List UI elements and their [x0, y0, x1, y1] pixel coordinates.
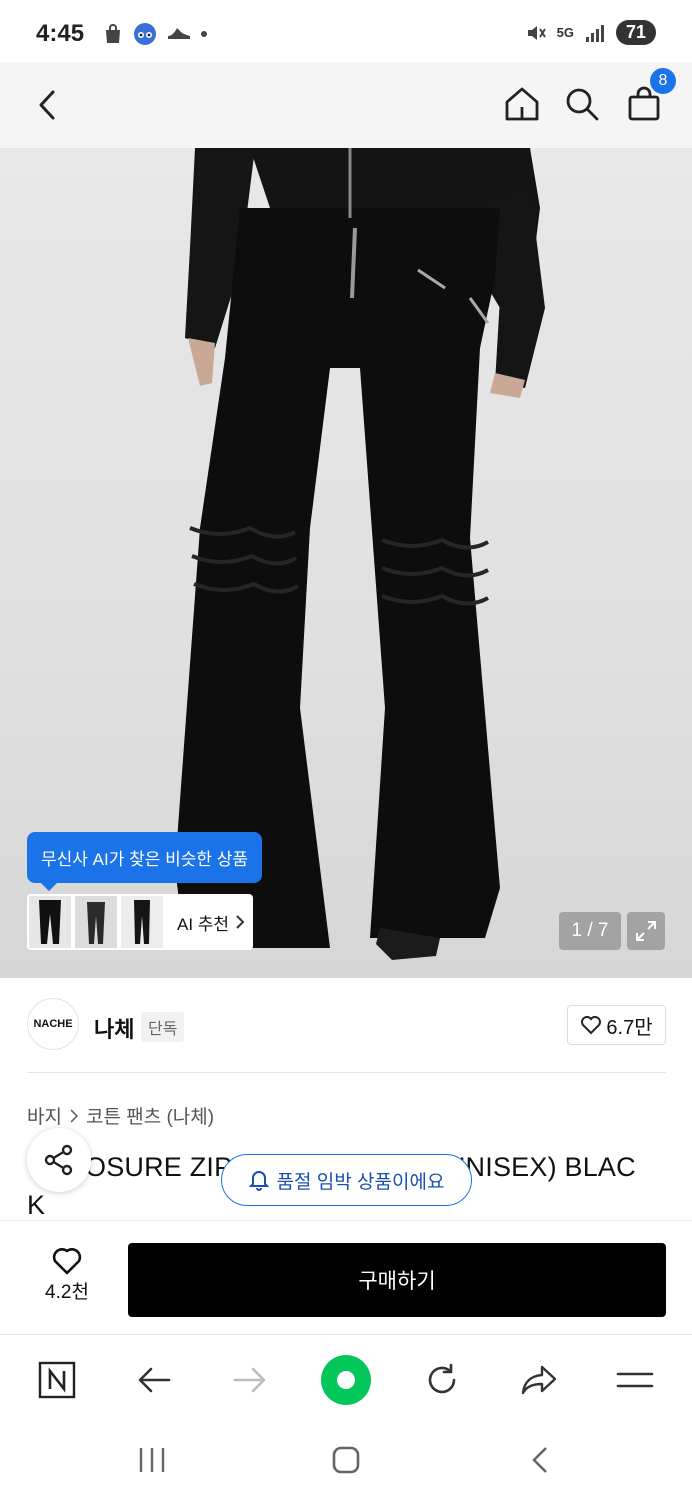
home-button[interactable]: [500, 82, 544, 126]
ai-thumbnail[interactable]: [75, 896, 117, 948]
cart-button[interactable]: 8: [622, 68, 676, 126]
wishlist-button[interactable]: 4.2천: [30, 1245, 104, 1304]
back-icon: [39, 90, 55, 120]
arrow-right-icon: [233, 1367, 266, 1393]
system-home-button[interactable]: [322, 1440, 370, 1480]
buy-button[interactable]: 구매하기: [128, 1243, 666, 1317]
shoe-notification-icon: [168, 28, 190, 39]
ai-thumbnail[interactable]: [29, 896, 71, 948]
network-type: 5G: [556, 24, 574, 40]
brand-like-button[interactable]: 6.7만: [567, 1005, 666, 1045]
shopping-bag-notification-icon: [106, 24, 120, 43]
share-page-button[interactable]: [512, 1353, 566, 1407]
status-time: 4:45: [36, 20, 85, 47]
brand-like-count: 6.7만: [606, 1016, 653, 1039]
breadcrumb-category[interactable]: 바지: [27, 1102, 62, 1129]
hamburger-menu-icon: [616, 1372, 654, 1388]
system-back-icon: [532, 1447, 547, 1473]
recent-apps-icon: [139, 1448, 165, 1472]
ai-recommend-link[interactable]: AI 추천: [177, 910, 245, 935]
app-header: 8: [0, 62, 692, 148]
system-back-button[interactable]: [516, 1440, 564, 1480]
purchase-bar: 4.2천 구매하기: [0, 1220, 692, 1334]
naver-home-button[interactable]: [30, 1353, 84, 1407]
ai-similar-tooltip[interactable]: 무신사 AI가 찾은 비슷한 상품: [27, 832, 262, 891]
ai-recommend-panel[interactable]: AI 추천: [27, 894, 253, 950]
chevron-right-icon: [236, 915, 245, 929]
refresh-button[interactable]: [415, 1353, 469, 1407]
system-status-icons: 5G 71: [525, 20, 656, 45]
cart-count-badge: 8: [650, 68, 676, 94]
back-button[interactable]: [26, 84, 68, 126]
low-stock-notice[interactable]: 품절 임박 상품이에요: [221, 1154, 472, 1206]
heart-icon: [52, 1248, 82, 1275]
breadcrumb-subcategory[interactable]: 코튼 팬츠 (나체): [86, 1102, 214, 1129]
wishlist-count: 4.2천: [45, 1282, 89, 1303]
share-icon: [44, 1144, 73, 1176]
browser-toolbar: [0, 1334, 692, 1424]
breadcrumb: 바지 코튼 팬츠 (나체): [27, 1102, 214, 1129]
system-navigation-bar: [0, 1424, 692, 1500]
naver-icon: [38, 1361, 76, 1399]
expand-icon: [636, 921, 656, 941]
ai-recommend-label: AI 추천: [177, 914, 230, 934]
expand-image-button[interactable]: [627, 912, 665, 950]
bell-icon: [248, 1171, 269, 1191]
more-dot-icon: [201, 31, 207, 37]
app-notification-icon: [134, 23, 156, 45]
browser-forward-button[interactable]: [223, 1353, 277, 1407]
battery-indicator: 71: [615, 20, 656, 45]
low-stock-text: 품절 임박 상품이에요: [276, 1171, 445, 1193]
arrow-left-icon: [138, 1367, 171, 1393]
image-page-counter: 1 / 7: [559, 912, 621, 950]
mute-icon: [527, 25, 546, 40]
green-dot-button[interactable]: [319, 1353, 373, 1407]
browser-back-button[interactable]: [127, 1353, 181, 1407]
heart-icon: [581, 1016, 602, 1035]
home-icon: [505, 87, 539, 121]
status-bar: 4:45 5G 71: [0, 0, 692, 62]
home-square-icon: [332, 1446, 360, 1474]
chevron-right-icon: [70, 1108, 78, 1123]
ai-thumbnail[interactable]: [121, 896, 163, 948]
refresh-icon: [428, 1363, 456, 1394]
recent-apps-button[interactable]: [128, 1440, 176, 1480]
brand-name[interactable]: 나체: [94, 1012, 134, 1044]
share-button[interactable]: [27, 1128, 91, 1192]
search-button[interactable]: [560, 82, 604, 126]
signal-icon: [585, 24, 604, 42]
share-arrow-icon: [521, 1365, 557, 1395]
product-image-carousel[interactable]: 무신사 AI가 찾은 비슷한 상품 AI 추천 1 / 7: [0, 148, 692, 978]
search-icon: [566, 88, 599, 121]
brand-logo[interactable]: NACHE: [27, 998, 79, 1050]
divider: [27, 1072, 666, 1073]
notification-icons: [102, 22, 208, 46]
browser-menu-button[interactable]: [608, 1353, 662, 1407]
exclusive-badge: 단독: [141, 1012, 185, 1042]
green-dot-icon: [321, 1355, 371, 1405]
